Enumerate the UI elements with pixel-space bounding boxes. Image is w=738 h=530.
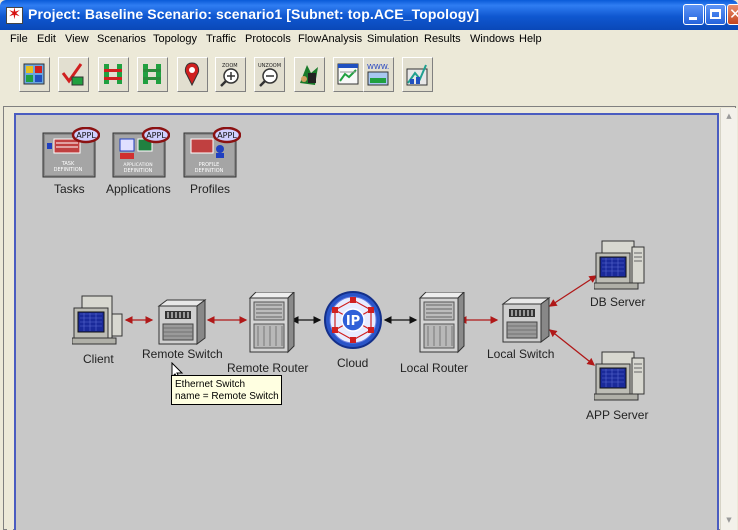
tooltip-type: Ethernet Switch	[175, 379, 246, 390]
application-definition-object[interactable]: APPLICATION DEFINITION APPL	[112, 126, 171, 183]
profile-definition-icon: PROFILE DEFINITION APPL	[183, 126, 242, 178]
remote-switch-node[interactable]	[155, 298, 209, 350]
workstation-icon	[71, 295, 123, 345]
client-label: Client	[83, 352, 114, 366]
svg-text:IP: IP	[346, 314, 360, 329]
db-server-label: DB Server	[590, 295, 646, 309]
ip-cloud-icon: IP	[324, 291, 382, 349]
server-icon	[593, 351, 645, 401]
application-window: ✶ Project: Baseline Scenario: scenario1 …	[0, 0, 738, 530]
ethernet-switch-icon	[501, 297, 551, 343]
link-local-switch-app-server[interactable]	[548, 329, 596, 366]
remote-switch-label: Remote Switch	[142, 347, 223, 361]
remote-router-node[interactable]	[248, 290, 296, 358]
svg-text:DEFINITION: DEFINITION	[195, 168, 224, 174]
object-tooltip: Ethernet Switch name = Remote Switch	[171, 375, 282, 405]
client-node[interactable]	[71, 294, 126, 350]
svg-text:DEFINITION: DEFINITION	[124, 168, 153, 174]
tasks-label: Tasks	[54, 182, 85, 196]
tooltip-name: name = Remote Switch	[175, 391, 279, 402]
applications-label: Applications	[106, 182, 171, 196]
svg-text:APPL: APPL	[76, 131, 96, 140]
application-definition-icon: APPLICATION DEFINITION APPL	[112, 126, 171, 178]
app-server-node[interactable]	[593, 350, 648, 408]
profile-definition-object[interactable]: PROFILE DEFINITION APPL	[183, 126, 242, 183]
router-icon	[248, 290, 296, 354]
remote-router-label: Remote Router	[227, 361, 309, 375]
local-switch-node[interactable]	[499, 296, 553, 348]
task-definition-icon: TASK DEFINITION APPL	[42, 126, 101, 178]
db-server-node[interactable]	[593, 239, 648, 297]
router-icon	[418, 290, 466, 354]
svg-text:APPL: APPL	[146, 131, 166, 140]
ip-cloud-node[interactable]: IP	[321, 290, 385, 356]
local-router-label: Local Router	[400, 361, 469, 375]
server-icon	[593, 240, 645, 290]
local-switch-label: Local Switch	[487, 347, 555, 361]
task-definition-object[interactable]: TASK DEFINITION APPL	[42, 126, 101, 183]
cloud-label: Cloud	[337, 356, 369, 370]
svg-text:DEFINITION: DEFINITION	[54, 167, 83, 173]
local-router-node[interactable]	[418, 290, 466, 358]
app-server-label: APP Server	[586, 408, 649, 422]
ethernet-switch-icon	[157, 299, 207, 345]
svg-text:APPL: APPL	[217, 131, 237, 140]
profiles-label: Profiles	[190, 182, 231, 196]
